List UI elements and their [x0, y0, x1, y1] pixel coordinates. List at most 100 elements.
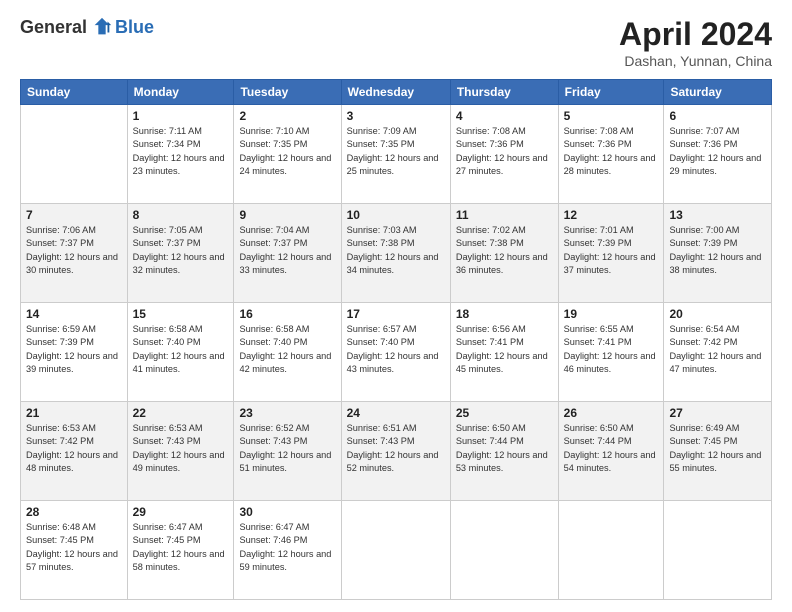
calendar-cell: 25 Sunrise: 6:50 AMSunset: 7:44 PMDayligh…: [450, 402, 558, 501]
day-number: 14: [26, 307, 122, 321]
calendar-cell: 19Sunrise: 6:55 AMSunset: 7:41 PMDayligh…: [558, 303, 664, 402]
calendar-cell: 16 Sunrise: 6:58 AMSunset: 7:40 PMDayligh…: [234, 303, 341, 402]
day-info: Sunrise: 6:58 AMSunset: 7:40 PMDaylight:…: [133, 323, 229, 376]
day-number: 22: [133, 406, 229, 420]
calendar-cell: 18Sunrise: 6:56 AMSunset: 7:41 PMDayligh…: [450, 303, 558, 402]
calendar-cell: 30 Sunrise: 6:47 AMSunset: 7:46 PMDayligh…: [234, 501, 341, 600]
day-info: Sunrise: 6:50 AMSunset: 7:44 PMDaylight:…: [564, 422, 659, 475]
day-info: Sunrise: 6:48 AMSunset: 7:45 PMDaylight:…: [26, 521, 122, 574]
day-info: Sunrise: 6:56 AMSunset: 7:41 PMDaylight:…: [456, 323, 553, 376]
day-info: Sunrise: 6:47 AMSunset: 7:45 PMDaylight:…: [133, 521, 229, 574]
calendar-header-wednesday: Wednesday: [341, 80, 450, 105]
day-info: Sunrise: 6:50 AMSunset: 7:44 PMDaylight:…: [456, 422, 553, 475]
calendar-cell: 29 Sunrise: 6:47 AMSunset: 7:45 PMDayligh…: [127, 501, 234, 600]
calendar-cell: 24 Sunrise: 6:51 AMSunset: 7:43 PMDayligh…: [341, 402, 450, 501]
location: Dashan, Yunnan, China: [619, 53, 772, 69]
calendar-week-row: 14 Sunrise: 6:59 AMSunset: 7:39 PMDayligh…: [21, 303, 772, 402]
day-info: Sunrise: 6:57 AMSunset: 7:40 PMDaylight:…: [347, 323, 445, 376]
day-info: Sunrise: 6:59 AMSunset: 7:39 PMDaylight:…: [26, 323, 122, 376]
calendar-cell: 23Sunrise: 6:52 AMSunset: 7:43 PMDayligh…: [234, 402, 341, 501]
day-number: 19: [564, 307, 659, 321]
day-number: 16: [239, 307, 335, 321]
calendar-header-friday: Friday: [558, 80, 664, 105]
logo: General Blue: [20, 16, 154, 38]
calendar-cell: 27Sunrise: 6:49 AMSunset: 7:45 PMDayligh…: [664, 402, 772, 501]
day-info: Sunrise: 6:51 AMSunset: 7:43 PMDaylight:…: [347, 422, 445, 475]
calendar-cell: [341, 501, 450, 600]
calendar-table: SundayMondayTuesdayWednesdayThursdayFrid…: [20, 79, 772, 600]
day-info: Sunrise: 7:08 AMSunset: 7:36 PMDaylight:…: [456, 125, 553, 178]
calendar-cell: 15 Sunrise: 6:58 AMSunset: 7:40 PMDayligh…: [127, 303, 234, 402]
day-number: 28: [26, 505, 122, 519]
calendar-week-row: 1 Sunrise: 7:11 AMSunset: 7:34 PMDaylight…: [21, 105, 772, 204]
month-title: April 2024: [619, 16, 772, 53]
day-info: Sunrise: 7:08 AMSunset: 7:36 PMDaylight:…: [564, 125, 659, 178]
day-number: 30: [239, 505, 335, 519]
calendar-cell: [558, 501, 664, 600]
calendar-cell: [21, 105, 128, 204]
calendar-header-monday: Monday: [127, 80, 234, 105]
day-info: Sunrise: 7:05 AMSunset: 7:37 PMDaylight:…: [133, 224, 229, 277]
calendar-cell: 10 Sunrise: 7:03 AMSunset: 7:38 PMDayligh…: [341, 204, 450, 303]
day-number: 2: [239, 109, 335, 123]
logo-icon: [91, 16, 113, 38]
calendar-cell: 5 Sunrise: 7:08 AMSunset: 7:36 PMDaylight…: [558, 105, 664, 204]
calendar-cell: 20 Sunrise: 6:54 AMSunset: 7:42 PMDayligh…: [664, 303, 772, 402]
day-number: 10: [347, 208, 445, 222]
day-info: Sunrise: 6:54 AMSunset: 7:42 PMDaylight:…: [669, 323, 766, 376]
day-number: 5: [564, 109, 659, 123]
day-info: Sunrise: 7:02 AMSunset: 7:38 PMDaylight:…: [456, 224, 553, 277]
day-number: 20: [669, 307, 766, 321]
calendar-week-row: 7 Sunrise: 7:06 AMSunset: 7:37 PMDaylight…: [21, 204, 772, 303]
day-number: 17: [347, 307, 445, 321]
day-number: 26: [564, 406, 659, 420]
day-info: Sunrise: 7:11 AMSunset: 7:34 PMDaylight:…: [133, 125, 229, 178]
day-number: 21: [26, 406, 122, 420]
calendar-cell: 9Sunrise: 7:04 AMSunset: 7:37 PMDaylight…: [234, 204, 341, 303]
day-number: 29: [133, 505, 229, 519]
day-info: Sunrise: 6:53 AMSunset: 7:42 PMDaylight:…: [26, 422, 122, 475]
calendar-header-tuesday: Tuesday: [234, 80, 341, 105]
calendar-header-saturday: Saturday: [664, 80, 772, 105]
day-number: 24: [347, 406, 445, 420]
day-info: Sunrise: 6:49 AMSunset: 7:45 PMDaylight:…: [669, 422, 766, 475]
day-info: Sunrise: 6:52 AMSunset: 7:43 PMDaylight:…: [239, 422, 335, 475]
day-number: 3: [347, 109, 445, 123]
day-number: 4: [456, 109, 553, 123]
calendar-header-row: SundayMondayTuesdayWednesdayThursdayFrid…: [21, 80, 772, 105]
logo-blue-text: Blue: [115, 17, 154, 38]
title-section: April 2024 Dashan, Yunnan, China: [619, 16, 772, 69]
day-number: 15: [133, 307, 229, 321]
day-number: 7: [26, 208, 122, 222]
page: General Blue April 2024 Dashan, Yunnan, …: [0, 0, 792, 612]
calendar-cell: 3 Sunrise: 7:09 AMSunset: 7:35 PMDaylight…: [341, 105, 450, 204]
calendar-cell: 28 Sunrise: 6:48 AMSunset: 7:45 PMDayligh…: [21, 501, 128, 600]
calendar-cell: 13Sunrise: 7:00 AMSunset: 7:39 PMDayligh…: [664, 204, 772, 303]
day-info: Sunrise: 7:09 AMSunset: 7:35 PMDaylight:…: [347, 125, 445, 178]
calendar-cell: [664, 501, 772, 600]
day-number: 11: [456, 208, 553, 222]
day-info: Sunrise: 7:10 AMSunset: 7:35 PMDaylight:…: [239, 125, 335, 178]
day-info: Sunrise: 6:58 AMSunset: 7:40 PMDaylight:…: [239, 323, 335, 376]
day-info: Sunrise: 7:01 AMSunset: 7:39 PMDaylight:…: [564, 224, 659, 277]
day-number: 1: [133, 109, 229, 123]
calendar-cell: 6Sunrise: 7:07 AMSunset: 7:36 PMDaylight…: [664, 105, 772, 204]
calendar-header-thursday: Thursday: [450, 80, 558, 105]
day-number: 13: [669, 208, 766, 222]
calendar-cell: 8Sunrise: 7:05 AMSunset: 7:37 PMDaylight…: [127, 204, 234, 303]
day-info: Sunrise: 7:06 AMSunset: 7:37 PMDaylight:…: [26, 224, 122, 277]
calendar-cell: 12 Sunrise: 7:01 AMSunset: 7:39 PMDayligh…: [558, 204, 664, 303]
calendar-cell: 22Sunrise: 6:53 AMSunset: 7:43 PMDayligh…: [127, 402, 234, 501]
day-info: Sunrise: 7:03 AMSunset: 7:38 PMDaylight:…: [347, 224, 445, 277]
day-number: 25: [456, 406, 553, 420]
calendar-cell: 11 Sunrise: 7:02 AMSunset: 7:38 PMDayligh…: [450, 204, 558, 303]
calendar-cell: 7 Sunrise: 7:06 AMSunset: 7:37 PMDaylight…: [21, 204, 128, 303]
header: General Blue April 2024 Dashan, Yunnan, …: [20, 16, 772, 69]
day-number: 6: [669, 109, 766, 123]
day-info: Sunrise: 6:47 AMSunset: 7:46 PMDaylight:…: [239, 521, 335, 574]
calendar-week-row: 21 Sunrise: 6:53 AMSunset: 7:42 PMDayligh…: [21, 402, 772, 501]
calendar-cell: 21 Sunrise: 6:53 AMSunset: 7:42 PMDayligh…: [21, 402, 128, 501]
day-number: 9: [239, 208, 335, 222]
logo-general-text: General: [20, 17, 87, 38]
day-number: 12: [564, 208, 659, 222]
